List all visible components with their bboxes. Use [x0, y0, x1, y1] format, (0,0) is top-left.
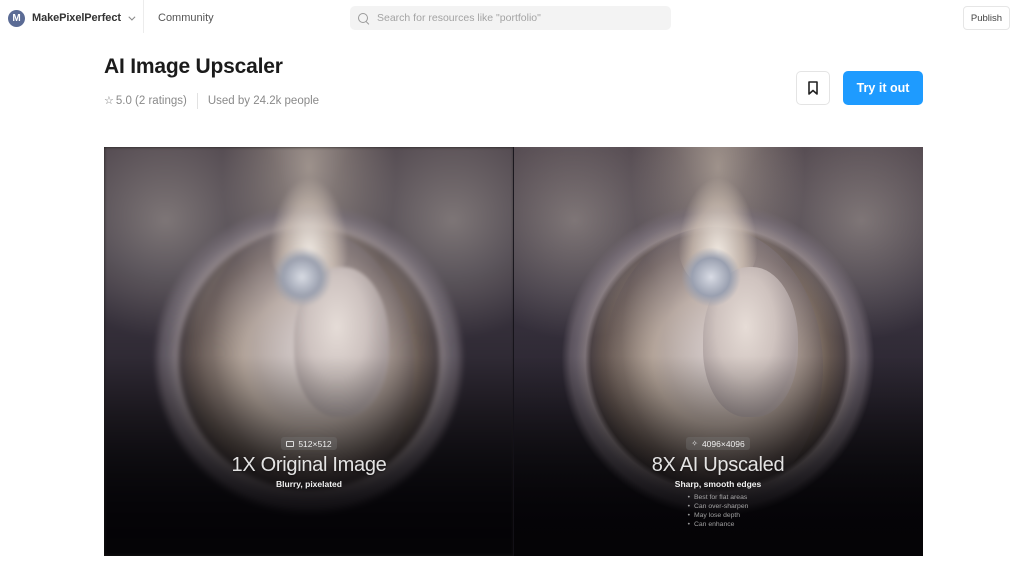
panel-title: 1X Original Image	[231, 454, 387, 476]
resolution-text: 4096×4096	[701, 438, 745, 449]
feature-list: Best for flat areas Can over-sharpen May…	[688, 493, 749, 529]
publish-button[interactable]: Publish	[963, 6, 1010, 30]
panel-subtitle: Blurry, pixelated	[276, 479, 342, 489]
preview-original-panel: 512×512 1X Original Image Blurry, pixela…	[104, 147, 514, 556]
preview-image[interactable]: 512×512 1X Original Image Blurry, pixela…	[104, 147, 923, 556]
resolution-chip: ✧ 4096×4096	[686, 437, 750, 450]
bookmark-icon	[808, 81, 818, 95]
portrait-artwork-original	[104, 147, 514, 556]
star-outline-icon: ☆	[104, 94, 114, 107]
rating-text[interactable]: 5.0 (2 ratings)	[116, 95, 187, 107]
feature-item: Can enhance	[688, 520, 749, 529]
nav-community-link[interactable]: Community	[158, 12, 214, 24]
panel-title: 8X AI Upscaled	[651, 454, 785, 476]
resource-meta: ☆ 5.0 (2 ratings) Used by 24.2k people	[104, 93, 320, 109]
resolution-chip: 512×512	[281, 437, 337, 450]
search-bar[interactable]	[350, 6, 671, 30]
upscaled-caption: ✧ 4096×4096 8X AI Upscaled Sharp, smooth…	[513, 437, 923, 529]
workspace-name: MakePixelPerfect	[32, 12, 121, 24]
bookmark-button[interactable]	[796, 71, 830, 105]
nav-divider	[143, 0, 144, 33]
panel-subtitle: Sharp, smooth edges	[674, 479, 762, 489]
search-icon	[358, 12, 369, 24]
usage-text: Used by 24.2k people	[207, 95, 320, 107]
chevron-down-icon	[128, 13, 136, 21]
top-nav: M MakePixelPerfect Community Publish	[0, 0, 1024, 37]
image-size-icon	[286, 440, 295, 447]
comparison-divider	[513, 147, 514, 556]
sparkle-icon: ✧	[691, 438, 698, 448]
page-title: AI Image Upscaler	[104, 55, 283, 78]
avatar: M	[8, 9, 25, 27]
original-caption: 512×512 1X Original Image Blurry, pixela…	[104, 437, 514, 489]
resolution-text: 512×512	[298, 438, 332, 449]
workspace-switcher[interactable]: M MakePixelPerfect	[8, 8, 136, 28]
search-input[interactable]	[377, 12, 657, 24]
feature-item: Best for flat areas	[688, 493, 749, 502]
feature-item: Can over-sharpen	[688, 502, 748, 511]
try-it-out-button[interactable]: Try it out	[843, 71, 923, 105]
feature-item: May lose depth	[688, 511, 749, 520]
preview-upscaled-panel: ✧ 4096×4096 8X AI Upscaled Sharp, smooth…	[513, 147, 923, 556]
meta-divider	[196, 93, 198, 109]
